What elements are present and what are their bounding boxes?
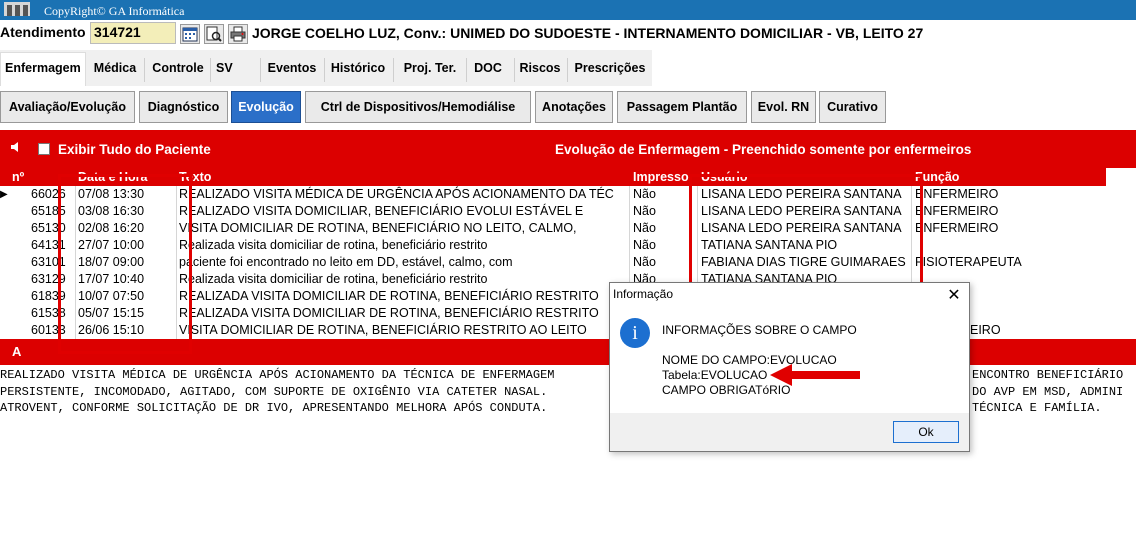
cell-texto: REALIZADO VISITA MÉDICA DE URGÊNCIA APÓS… <box>179 187 614 201</box>
memo-line: ATROVENT, CONFORME SOLICITAÇÃO DE DR IVO… <box>0 401 548 415</box>
subtab-ctrl-dispositivos[interactable]: Ctrl de Dispositivos/Hemodiálise <box>305 91 531 123</box>
tab-eventos[interactable]: Eventos <box>261 58 323 82</box>
info-icon: i <box>620 318 650 348</box>
tab-divider <box>567 58 568 82</box>
printer-icon[interactable] <box>228 24 248 44</box>
show-all-checkbox[interactable] <box>38 143 50 155</box>
cell-funcao: ENFERMEIRO <box>915 204 999 218</box>
tab-prescricoes[interactable]: Prescrições <box>569 58 651 82</box>
show-all-label[interactable]: Exibir Tudo do Paciente <box>58 142 211 157</box>
arrow-annotation-icon <box>770 364 860 386</box>
tab-medica[interactable]: Médica <box>88 58 142 82</box>
atendimento-input[interactable]: 314721 <box>90 22 176 44</box>
cell-funcao: ENFERMEIRO <box>915 221 999 235</box>
tab-enfermagem[interactable]: Enfermagem <box>0 52 86 86</box>
patient-info: JORGE COELHO LUZ, Conv.: UNIMED DO SUDOE… <box>252 25 924 41</box>
ok-button[interactable]: Ok <box>893 421 959 443</box>
cell-impresso: Não <box>633 187 656 201</box>
highlight-box <box>58 174 192 354</box>
cell-impresso: Não <box>633 221 656 235</box>
memo-line: TÉCNICA E FAMÍLIA. <box>972 401 1102 415</box>
close-icon[interactable]: ✕ <box>945 285 963 305</box>
grid-scroll-area <box>1106 168 1136 339</box>
cell-texto: Realizada visita domiciliar de rotina, b… <box>179 272 488 286</box>
memo-line: ENCONTRO BENEFICIÁRIO <box>972 368 1124 382</box>
tab-proj-ter[interactable]: Proj. Ter. <box>394 58 466 82</box>
subtab-avaliacao-evolucao[interactable]: Avaliação/Evolução <box>0 91 135 123</box>
search-icon[interactable] <box>204 24 224 44</box>
cell-funcao: EIRO <box>970 323 1001 337</box>
memo-line: DO AVP EM MSD, ADMINI <box>972 385 1124 399</box>
app-logo-icon <box>4 2 30 16</box>
memo-line: PERSISTENTE, INCOMODADO, AGITADO, COM SU… <box>0 385 548 399</box>
subtab-passagem-plantao[interactable]: Passagem Plantão <box>617 91 747 123</box>
tab-doc[interactable]: DOC <box>467 58 509 82</box>
cell-funcao: FISIOTERAPEUTA <box>915 255 1022 269</box>
tab-divider <box>210 58 211 82</box>
subtab-evol-rn[interactable]: Evol. RN <box>751 91 816 123</box>
cell-texto: REALIZADO VISITA DOMICILIAR, BENEFICIÁRI… <box>179 204 584 218</box>
subtab-diagnostico[interactable]: Diagnóstico <box>139 91 228 123</box>
subtab-evolucao[interactable]: Evolução <box>231 91 301 123</box>
cell-texto: Realizada visita domiciliar de rotina, b… <box>179 238 488 252</box>
cell-impresso: Não <box>633 238 656 252</box>
tab-historico[interactable]: Histórico <box>325 58 391 82</box>
row-pointer-icon: ▶ <box>0 189 8 200</box>
subtab-curativo[interactable]: Curativo <box>819 91 886 123</box>
cell-impresso: Não <box>633 255 656 269</box>
evolucao-banner: Evolução de Enfermagem - Preenchido some… <box>555 142 972 157</box>
dialog-title: Informação <box>613 287 674 301</box>
calendar-icon[interactable] <box>180 24 200 44</box>
dialog-heading: INFORMAÇÕES SOBRE O CAMPO <box>662 323 857 337</box>
cell-texto: REALIZADA VISITA DOMICILIAR DE ROTINA, B… <box>179 289 599 303</box>
col-header-numero[interactable]: nº <box>12 170 24 184</box>
tab-divider <box>144 58 145 82</box>
col-header-impresso[interactable]: Impresso <box>633 170 689 184</box>
copyright-text: CopyRight© GA Informática <box>44 4 185 18</box>
speaker-icon[interactable] <box>10 141 22 153</box>
cell-texto: paciente foi encontrado no leito em DD, … <box>179 255 513 269</box>
cell-impresso: Não <box>633 204 656 218</box>
tab-riscos[interactable]: Riscos <box>515 58 565 82</box>
tab-sv[interactable]: SV <box>212 58 260 82</box>
memo-header-label: A <box>12 344 22 359</box>
cell-texto: VISITA DOMICILIAR DE ROTINA, BENEFICIÁRI… <box>179 323 587 337</box>
memo-line: REALIZADO VISITA MÉDICA DE URGÊNCIA APÓS… <box>0 368 555 382</box>
dialog-table-name: Tabela:EVOLUCAO <box>662 368 768 382</box>
cell-funcao: ENFERMEIRO <box>915 187 999 201</box>
subtab-anotacoes[interactable]: Anotações <box>535 91 613 123</box>
tab-controle[interactable]: Controle <box>146 58 210 82</box>
cell-texto: VISITA DOMICILIAR DE ROTINA, BENEFICIÁRI… <box>179 221 577 235</box>
cell-texto: REALIZADA VISITA DOMICILIAR DE ROTINA, B… <box>179 306 599 320</box>
atendimento-label: Atendimento <box>0 24 86 40</box>
